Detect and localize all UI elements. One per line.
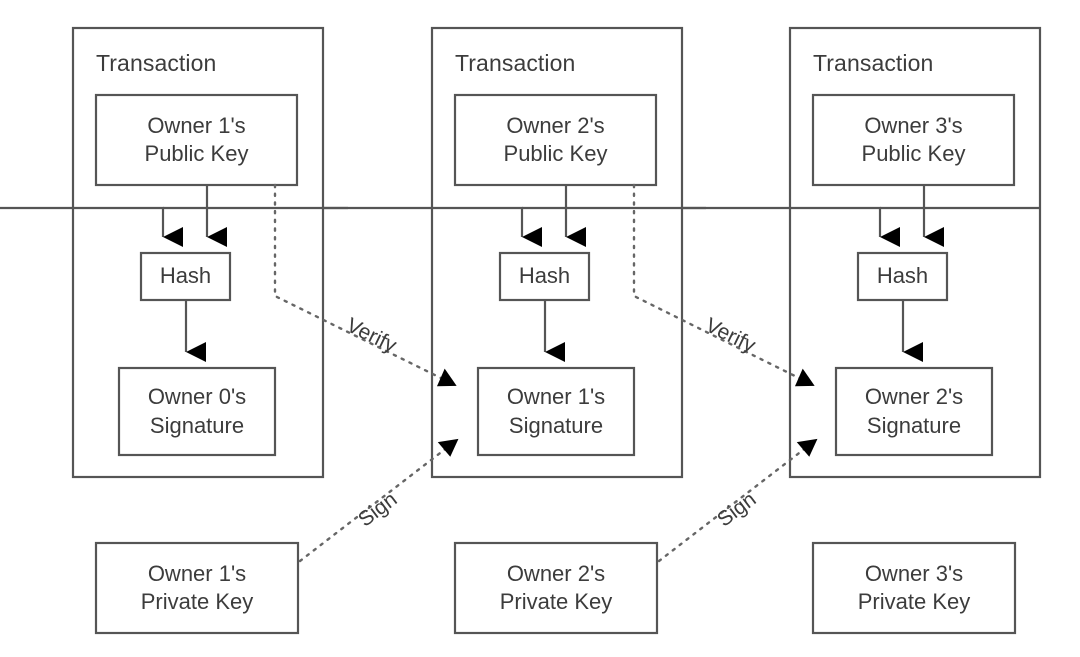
private-key-box-3 (811, 541, 1017, 635)
transaction-title-3: Transaction (813, 50, 934, 76)
diagram-canvas (0, 26, 1042, 635)
hash-box-1 (139, 251, 232, 302)
verify-connector-1 (273, 183, 457, 387)
chain-line-segment-left (0, 206, 183, 247)
signature-box-1 (117, 366, 277, 457)
transaction-chain-diagram: Transaction Transaction Transaction Owne… (0, 0, 1080, 657)
public-key-box-3 (811, 93, 1016, 187)
verify-connector-2 (632, 183, 815, 387)
chain-line-segment-2-3 (682, 206, 900, 247)
transaction-title-1: Transaction (96, 50, 217, 76)
private-key-box-1 (94, 541, 300, 635)
private-key-box-2 (453, 541, 659, 635)
public-key-box-2 (453, 93, 658, 187)
signature-box-3 (834, 366, 994, 457)
public-key-box-1 (94, 93, 299, 187)
transaction-title-2: Transaction (455, 50, 576, 76)
hash-box-2 (498, 251, 591, 302)
chain-line-segment-1-2 (323, 206, 542, 247)
signature-box-2 (476, 366, 636, 457)
hash-box-3 (856, 251, 949, 302)
